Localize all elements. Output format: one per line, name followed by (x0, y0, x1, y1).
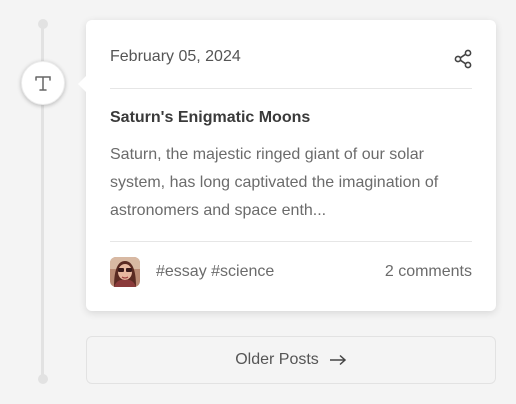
older-posts-label: Older Posts (235, 351, 319, 368)
timeline-dot-bottom (38, 374, 48, 384)
text-type-icon (35, 76, 51, 91)
post-type-badge (21, 61, 65, 105)
timeline-dot-top (38, 19, 48, 29)
comments-link[interactable]: 2 comments (385, 263, 472, 281)
post-excerpt: Saturn, the majestic ringed giant of our… (110, 146, 439, 219)
author-avatar[interactable] (110, 257, 140, 287)
card-divider-bottom (110, 241, 472, 242)
post-date: February 05, 2024 (110, 48, 241, 65)
share-button[interactable] (452, 48, 474, 70)
tag-science[interactable]: #science (211, 263, 274, 280)
post-tags: #essay #science (156, 263, 274, 281)
card-divider-top (110, 88, 472, 89)
tag-essay[interactable]: #essay (156, 263, 207, 280)
older-posts-button[interactable]: Older Posts (86, 336, 496, 384)
share-icon (454, 49, 472, 69)
avatar-image (110, 257, 140, 287)
post-title[interactable]: Saturn's Enigmatic Moons (110, 109, 310, 127)
arrow-right-icon (329, 354, 347, 366)
post-card: February 05, 2024 Saturn's Enigmatic Moo… (78, 20, 496, 311)
